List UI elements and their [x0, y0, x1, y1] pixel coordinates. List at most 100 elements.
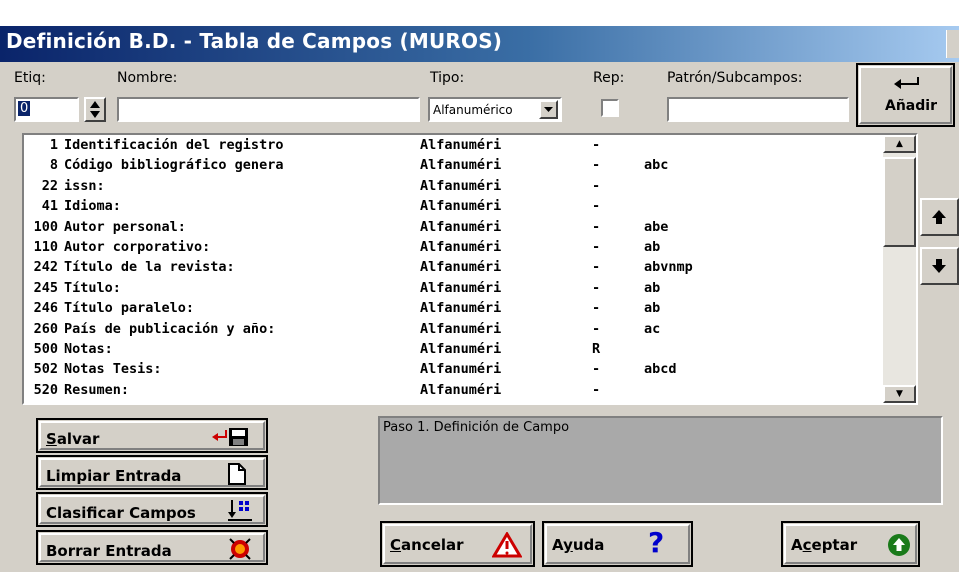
field-number: 500: [33, 341, 58, 357]
top-strip: [0, 0, 959, 26]
field-number: 246: [33, 300, 58, 317]
field-pattern: ab: [644, 239, 661, 255]
rep-checkbox[interactable]: [601, 99, 619, 117]
field-pattern: abcd: [644, 361, 677, 378]
etiq-spinner[interactable]: [84, 97, 106, 122]
field-type: Alfanuméri: [420, 320, 502, 337]
field-rep: -: [592, 381, 601, 398]
field-type: Alfanuméri: [420, 137, 502, 153]
field-name: Resumen:: [64, 381, 130, 398]
field-name: Idioma:: [64, 198, 121, 215]
field-name: Título paralelo:: [64, 300, 195, 317]
fields-scrollbar[interactable]: ▲ ▼: [883, 135, 916, 403]
field-rep: -: [592, 300, 601, 317]
borrar-button[interactable]: Borrar Entrada: [36, 530, 268, 565]
window-title: Definición B.D. - Tabla de Campos (MUROS…: [6, 29, 503, 53]
question-mark-icon: ?: [648, 526, 665, 559]
ayuda-button[interactable]: Ayuda ?: [542, 521, 693, 567]
etiq-label: Etiq:: [14, 70, 46, 86]
sort-icon: [228, 500, 252, 521]
field-number: 110: [33, 239, 58, 255]
cancelar-button[interactable]: Cancelar: [380, 521, 535, 567]
field-name: issn:: [64, 177, 105, 194]
field-type: Alfanuméri: [420, 259, 502, 276]
field-number: 502: [33, 361, 58, 378]
clasificar-button[interactable]: Clasificar Campos: [36, 492, 268, 527]
field-type: Alfanuméri: [420, 381, 502, 398]
chevron-down-icon: [544, 107, 553, 112]
scroll-down-button[interactable]: ▼: [883, 385, 916, 403]
field-name: País de publicación y año:: [64, 320, 276, 337]
nombre-input[interactable]: [117, 97, 420, 122]
up-arrow-icon: [932, 210, 946, 224]
title-bar-control[interactable]: [946, 30, 959, 58]
rep-label: Rep:: [593, 70, 625, 86]
field-rep: -: [592, 259, 601, 276]
field-name: Notas:: [64, 341, 113, 357]
limpiar-button[interactable]: Limpiar Entrada: [36, 455, 268, 490]
field-pattern: abvnmp: [644, 259, 693, 276]
field-pattern: abe: [644, 218, 669, 235]
field-number: 8: [49, 157, 58, 174]
title-bar[interactable]: Definición B.D. - Tabla de Campos (MUROS…: [0, 26, 959, 62]
aceptar-button[interactable]: Aceptar: [781, 521, 920, 567]
field-name: Identificación del registro: [64, 137, 284, 153]
field-rep: -: [592, 218, 601, 235]
field-rep: -: [592, 137, 601, 153]
move-up-button[interactable]: [920, 198, 959, 236]
field-type: Alfanuméri: [420, 300, 502, 317]
tipo-label: Tipo:: [430, 70, 465, 86]
field-name: Título de la revista:: [64, 259, 235, 276]
field-number: 242: [33, 259, 58, 276]
scroll-up-button[interactable]: ▲: [883, 135, 916, 153]
field-rep: -: [592, 239, 601, 255]
clasificar-label: Clasificar Campos: [46, 504, 196, 522]
cancelar-label: Cancelar: [390, 536, 464, 554]
status-box: Paso 1. Definición de Campo: [378, 416, 943, 505]
nombre-label: Nombre:: [117, 70, 178, 86]
field-number: 260: [33, 320, 58, 337]
salvar-button[interactable]: Salvar: [36, 418, 268, 453]
field-rep: -: [592, 157, 601, 174]
tipo-dropdown-button[interactable]: [539, 100, 558, 119]
erase-icon: [229, 538, 251, 560]
field-pattern: abc: [644, 157, 669, 174]
scroll-thumb[interactable]: [883, 157, 916, 247]
status-message: Paso 1. Definición de Campo: [383, 420, 570, 435]
field-name: Notas Tesis:: [64, 361, 162, 378]
field-rep: -: [592, 177, 601, 194]
tipo-select[interactable]: Alfanumérico: [428, 97, 562, 122]
field-type: Alfanuméri: [420, 157, 502, 174]
borrar-label: Borrar Entrada: [46, 542, 172, 560]
fields-list[interactable]: 1 Identificación del registro Alfanuméri - 8…: [22, 133, 918, 405]
patron-label: Patrón/Subcampos:: [667, 70, 803, 86]
field-name: Código bibliográfico genera: [64, 157, 284, 174]
field-number: 520: [33, 381, 58, 398]
save-disk-icon: [212, 428, 248, 446]
etiq-value: 0: [18, 101, 31, 116]
blank-page-icon: [228, 463, 246, 485]
field-table-window: Definición B.D. - Tabla de Campos (MUROS…: [0, 0, 959, 572]
warning-triangle-icon: [492, 532, 522, 558]
field-number: 22: [41, 177, 58, 194]
field-number: 1: [49, 137, 58, 153]
field-rep: -: [592, 361, 601, 378]
tipo-value: Alfanumérico: [433, 103, 513, 117]
anadir-label: Añadir: [885, 98, 937, 114]
move-down-button[interactable]: [920, 247, 959, 285]
field-type: Alfanuméri: [420, 198, 502, 215]
field-type: Alfanuméri: [420, 239, 502, 255]
etiq-input[interactable]: 0: [14, 97, 79, 122]
patron-input[interactable]: [667, 97, 849, 122]
field-name: Autor personal:: [64, 218, 186, 235]
field-rep: R: [592, 341, 601, 357]
field-rep: -: [592, 198, 601, 215]
field-type: Alfanuméri: [420, 341, 502, 357]
field-pattern: ab: [644, 300, 661, 317]
field-type: Alfanuméri: [420, 177, 502, 194]
salvar-label: Salvar: [46, 430, 100, 448]
field-name: Autor corporativo:: [64, 239, 211, 255]
down-arrow-icon: [932, 259, 946, 273]
limpiar-label: Limpiar Entrada: [46, 467, 182, 485]
anadir-button[interactable]: Añadir: [856, 63, 955, 127]
